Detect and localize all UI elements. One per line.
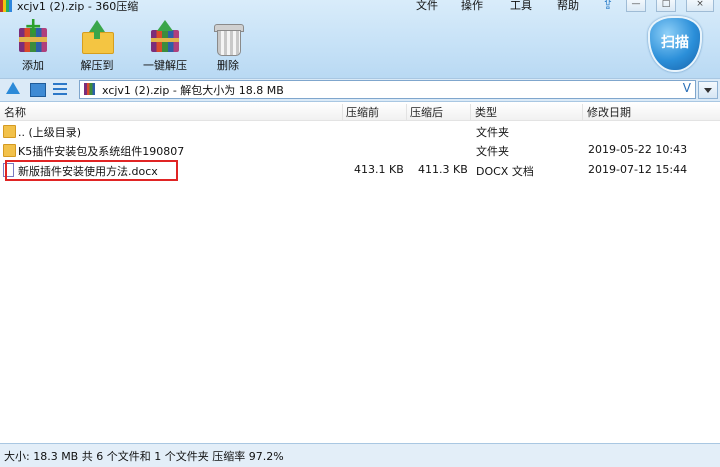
- delete-label: 删除: [217, 59, 239, 72]
- one-click-extract-icon: [148, 20, 182, 54]
- archive-add-icon: +: [16, 16, 50, 54]
- folder-icon: [3, 125, 16, 138]
- chevron-down-icon: [704, 88, 712, 93]
- title-bar: xcjv1 (2).zip - 360压缩 文件 操作 工具 帮助 ⇪ — □ …: [0, 0, 720, 14]
- scan-label: 扫描: [661, 35, 689, 51]
- address-dropdown-button[interactable]: [698, 81, 718, 99]
- list-item[interactable]: .. (上级目录) 文件夹: [0, 121, 720, 140]
- list-item[interactable]: K5插件安装包及系统组件190807 文件夹 2019-05-22 10:43: [0, 140, 720, 159]
- status-bar: 大小: 18.3 MB 共 6 个文件和 1 个文件夹 压缩率 97.2%: [0, 443, 720, 467]
- close-button[interactable]: ×: [686, 0, 714, 12]
- menu-help[interactable]: 帮助: [557, 0, 579, 13]
- item-name: K5插件安装包及系统组件190807: [18, 145, 185, 158]
- column-name[interactable]: 名称: [4, 104, 26, 120]
- one-click-extract-button[interactable]: 一键解压: [139, 20, 191, 72]
- item-date: 2019-07-12 15:44: [588, 163, 688, 176]
- add-button[interactable]: + 添加: [9, 16, 57, 72]
- column-header: 名称 压缩前 压缩后 类型 修改日期: [0, 102, 720, 122]
- address-path: xcjv1 (2).zip - 解包大小为 18.8 MB: [102, 84, 284, 97]
- maximize-button[interactable]: □: [656, 0, 676, 12]
- column-date[interactable]: 修改日期: [587, 104, 631, 120]
- scan-button[interactable]: 扫描: [648, 16, 702, 74]
- extract-folder-icon: [80, 20, 114, 54]
- red-highlight-box: [5, 160, 178, 181]
- column-before[interactable]: 压缩前: [346, 104, 379, 120]
- item-type: DOCX 文档: [476, 165, 534, 178]
- address-bar-row: xcjv1 (2).zip - 解包大小为 18.8 MB V: [0, 78, 720, 102]
- folder-icon: [3, 144, 16, 157]
- up-arrow-icon[interactable]: [6, 82, 20, 94]
- item-type: 文件夹: [476, 126, 509, 139]
- item-size-before: 413.1 KB: [354, 163, 404, 176]
- title-toolbar-area: xcjv1 (2).zip - 360压缩 文件 操作 工具 帮助 ⇪ — □ …: [0, 0, 720, 78]
- address-field[interactable]: xcjv1 (2).zip - 解包大小为 18.8 MB V: [79, 80, 696, 99]
- minimize-button[interactable]: —: [626, 0, 646, 12]
- address-history-icon[interactable]: V: [683, 81, 691, 95]
- extract-to-button[interactable]: 解压到: [73, 20, 121, 72]
- window-title: xcjv1 (2).zip - 360压缩: [17, 0, 139, 13]
- zip-file-icon: [84, 83, 95, 95]
- menu-tools[interactable]: 工具: [510, 0, 532, 13]
- list-view-icon[interactable]: [53, 83, 67, 95]
- item-date: 2019-05-22 10:43: [588, 143, 688, 156]
- menu-file[interactable]: 文件: [416, 0, 438, 13]
- item-size-after: 411.3 KB: [418, 163, 468, 176]
- item-type: 文件夹: [476, 145, 509, 158]
- trash-icon: [211, 22, 245, 56]
- one-click-extract-label: 一键解压: [143, 59, 187, 72]
- status-text: 大小: 18.3 MB 共 6 个文件和 1 个文件夹 压缩率 97.2%: [4, 450, 284, 463]
- column-type[interactable]: 类型: [475, 104, 497, 120]
- delete-button[interactable]: 删除: [204, 22, 252, 72]
- extract-to-label: 解压到: [80, 59, 114, 72]
- thumbnail-view-icon[interactable]: [30, 83, 46, 97]
- column-after[interactable]: 压缩后: [410, 104, 443, 120]
- share-icon[interactable]: ⇪: [602, 0, 614, 13]
- app-icon: [0, 0, 12, 12]
- menu-operate[interactable]: 操作: [461, 0, 483, 13]
- add-label: 添加: [22, 59, 44, 72]
- item-name: .. (上级目录): [18, 126, 82, 139]
